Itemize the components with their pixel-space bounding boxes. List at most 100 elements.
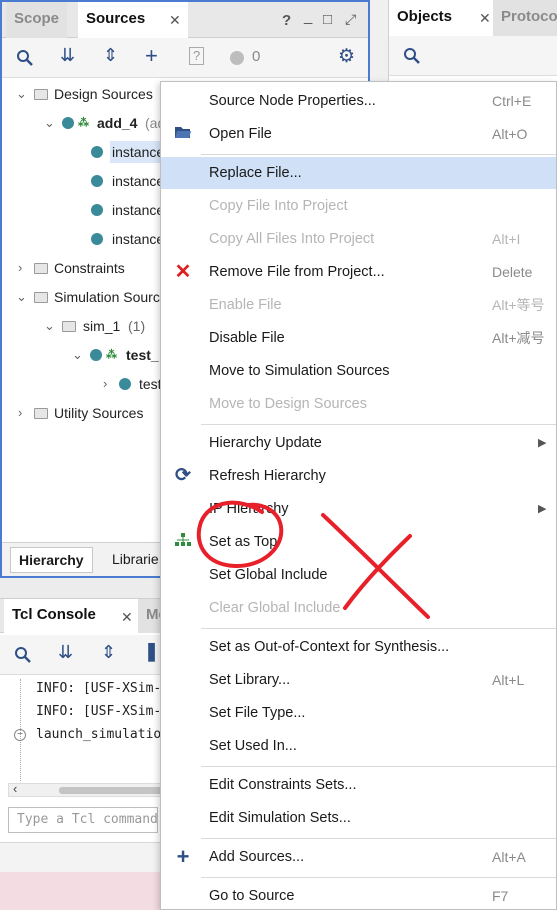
search-icon[interactable]	[16, 49, 34, 67]
menu-item-edit-constraints-sets[interactable]: Edit Constraints Sets...	[161, 769, 556, 801]
chevron-down-icon[interactable]: ⌄	[16, 286, 27, 308]
chevron-right-icon[interactable]: ›	[18, 402, 22, 424]
menu-label: Copy All Files Into Project	[209, 231, 375, 247]
close-tab-icon[interactable]: ✕	[121, 609, 133, 626]
console-line: launch_simulatio	[36, 727, 162, 742]
menu-item-disable-file[interactable]: Disable File Alt+减号	[161, 322, 556, 354]
tcl-console-panel: Tcl Console ✕ Me ⇊ ⇕ ❚❚ INFO: [USF-XSim-…	[0, 598, 175, 842]
menu-item-set-library[interactable]: Set Library... Alt+L	[161, 664, 556, 696]
menu-label: Set Global Include	[209, 567, 328, 583]
menu-item-ip-hierarchy[interactable]: IP Hierarchy ▶	[161, 493, 556, 525]
float-icon[interactable]: ⤢	[345, 11, 356, 28]
menu-item-set-out-of-context[interactable]: Set as Out-of-Context for Synthesis...	[161, 631, 556, 663]
folder-icon	[62, 321, 76, 332]
menu-label: Move to Simulation Sources	[209, 363, 390, 379]
collapse-all-icon[interactable]: ⇊	[58, 642, 73, 663]
menu-item-edit-simulation-sets[interactable]: Edit Simulation Sets...	[161, 802, 556, 834]
menu-item-set-as-top[interactable]: Set as Top	[161, 526, 556, 558]
menu-item-open-file[interactable]: Open File Alt+O	[161, 118, 556, 150]
doc-question-icon[interactable]: ?	[189, 47, 205, 65]
menu-label: Add Sources...	[209, 849, 305, 865]
objects-tabbar: Objects ✕ Protoco	[389, 0, 557, 36]
tree-label: add_4	[97, 115, 138, 131]
tree-count: (1)	[128, 318, 146, 334]
tab-protocol[interactable]: Protoco	[493, 0, 557, 36]
menu-label: Edit Simulation Sets...	[209, 810, 351, 826]
module-icon	[91, 146, 103, 158]
tree-label: instance	[112, 202, 165, 218]
menu-item-move-to-simulation-sources[interactable]: Move to Simulation Sources	[161, 355, 556, 387]
menu-item-set-used-in[interactable]: Set Used In...	[161, 730, 556, 762]
menu-shortcut: Alt+I	[492, 231, 521, 247]
horizontal-scrollbar[interactable]: ‹	[8, 781, 163, 797]
close-tab-icon[interactable]: ✕	[479, 10, 491, 27]
chevron-down-icon[interactable]: ⌄	[44, 112, 55, 134]
menu-label: Remove File from Project...	[209, 264, 385, 280]
folder-icon	[34, 89, 48, 100]
menu-item-copy-file-into-project[interactable]: Copy File Into Project	[161, 190, 556, 222]
menu-item-refresh-hierarchy[interactable]: ⟳ Refresh Hierarchy	[161, 460, 556, 492]
scrollbar-thumb[interactable]	[59, 787, 163, 794]
console-line: INFO: [USF-XSim-	[36, 704, 162, 719]
chevron-down-icon[interactable]: ⌄	[44, 315, 55, 337]
menu-label: Disable File	[209, 330, 285, 346]
menu-item-clear-global-include[interactable]: Clear Global Include	[161, 592, 556, 624]
gear-icon[interactable]: ⚙	[338, 45, 355, 68]
folder-icon	[34, 408, 48, 419]
menu-item-set-file-type[interactable]: Set File Type...	[161, 697, 556, 729]
menu-item-copy-all-files-into-project[interactable]: Copy All Files Into Project Alt+I	[161, 223, 556, 255]
search-icon[interactable]	[403, 47, 421, 65]
status-strip	[0, 842, 160, 872]
menu-item-go-to-source[interactable]: Go to Source F7	[161, 880, 556, 910]
menu-shortcut: Alt+A	[492, 849, 526, 865]
tcl-command-input[interactable]: Type a Tcl command	[8, 807, 158, 833]
tab-scope[interactable]: Scope	[6, 2, 68, 38]
menu-item-enable-file[interactable]: Enable File Alt+等号	[161, 289, 556, 321]
tab-tcl-console-label: Tcl Console	[12, 606, 96, 623]
menu-label: Replace File...	[209, 165, 302, 181]
tab-objects-label: Objects	[397, 8, 453, 25]
tab-hierarchy[interactable]: Hierarchy	[10, 547, 93, 573]
chevron-down-icon[interactable]: ⌄	[16, 83, 27, 105]
module-icon	[91, 233, 103, 245]
menu-label: IP Hierarchy	[209, 501, 289, 517]
menu-separator	[201, 838, 556, 839]
menu-item-set-global-include[interactable]: Set Global Include	[161, 559, 556, 591]
close-tab-icon[interactable]: ✕	[169, 12, 181, 29]
menu-label: Refresh Hierarchy	[209, 468, 326, 484]
objects-toolbar	[389, 36, 557, 76]
menu-shortcut: Alt+减号	[492, 330, 545, 346]
menu-item-replace-file[interactable]: Replace File...	[161, 157, 556, 189]
chevron-right-icon[interactable]: ›	[18, 257, 22, 279]
search-icon[interactable]	[14, 646, 32, 664]
menu-item-remove-file[interactable]: ✕ Remove File from Project... Delete	[161, 256, 556, 288]
module-icon	[62, 117, 74, 129]
menu-item-add-sources[interactable]: + Add Sources... Alt+A	[161, 841, 556, 873]
tab-tcl-console[interactable]: Tcl Console	[4, 599, 138, 633]
module-icon	[91, 204, 103, 216]
submenu-arrow-icon: ▶	[538, 437, 547, 449]
help-icon[interactable]: ?	[282, 12, 291, 29]
menu-label: Set as Top	[209, 534, 278, 550]
menu-item-source-node-properties[interactable]: Source Node Properties... Ctrl+E	[161, 85, 556, 117]
plus-icon: +	[176, 844, 190, 869]
expand-all-icon[interactable]: ⇕	[101, 642, 116, 663]
tree-label: test	[139, 376, 162, 392]
chevron-right-icon[interactable]: ›	[103, 373, 107, 395]
tab-libraries[interactable]: Librarie	[104, 547, 167, 573]
menu-separator	[201, 424, 556, 425]
tab-objects[interactable]: Objects	[389, 0, 493, 36]
expand-all-icon[interactable]: ⇕	[103, 45, 118, 66]
scroll-left-icon[interactable]: ‹	[13, 781, 17, 796]
menu-item-hierarchy-update[interactable]: Hierarchy Update ▶	[161, 427, 556, 459]
add-icon[interactable]: +	[145, 43, 158, 69]
menu-item-move-to-design-sources[interactable]: Move to Design Sources	[161, 388, 556, 420]
minimize-icon[interactable]: _	[304, 8, 312, 25]
menu-shortcut: Alt+L	[492, 672, 525, 688]
maximize-icon[interactable]: □	[323, 11, 332, 28]
menu-shortcut: F7	[492, 888, 509, 904]
tab-sources-label: Sources	[86, 10, 146, 27]
collapse-toggle-icon[interactable]: −	[14, 729, 26, 741]
collapse-all-icon[interactable]: ⇊	[60, 45, 75, 66]
chevron-down-icon[interactable]: ⌄	[72, 344, 83, 366]
